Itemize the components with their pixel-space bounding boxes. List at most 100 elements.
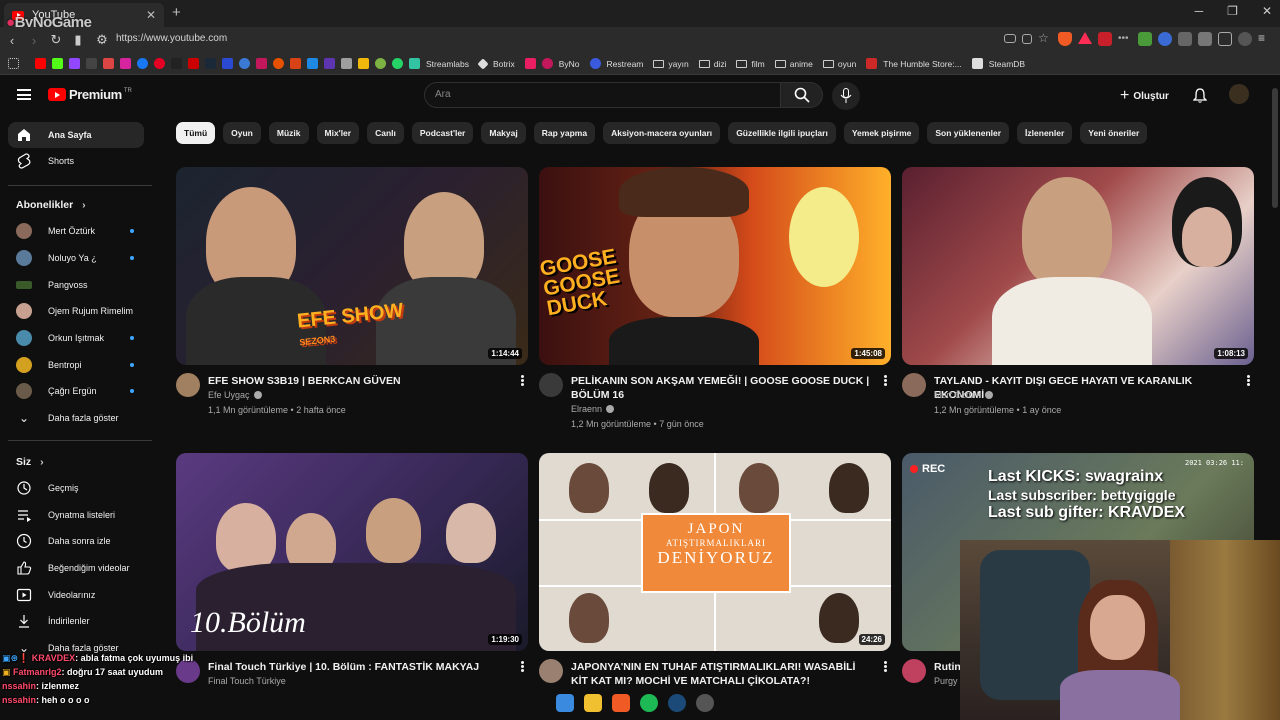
chip-beauty-tips[interactable]: Güzellikle ilgili ipuçları	[728, 122, 836, 144]
more-options-icon[interactable]	[521, 661, 524, 672]
channel-avatar[interactable]	[539, 659, 563, 683]
restore-icon[interactable]: ❐	[1227, 4, 1238, 18]
bookmark-icon[interactable]: ▮	[68, 32, 88, 48]
channel-name[interactable]: Mert Öztürk	[934, 390, 994, 400]
chip-podcasts[interactable]: Podcast'ler	[411, 122, 474, 144]
bookmark-x-icon[interactable]	[86, 58, 97, 69]
bookmark-cloud-icon[interactable]	[307, 58, 318, 69]
bookmark-folder-oyun[interactable]: oyun	[822, 59, 856, 69]
bookmark-youtube-icon[interactable]	[35, 58, 46, 69]
back-icon[interactable]: ‹	[2, 33, 22, 48]
bookmark-pinterest-icon[interactable]	[154, 58, 165, 69]
spotify-icon[interactable]	[640, 694, 658, 712]
channel-name[interactable]: Purgy	[934, 676, 958, 686]
chip-cooking[interactable]: Yemek pişirme	[843, 122, 920, 144]
chip-all[interactable]: Tümü	[176, 122, 216, 144]
reload-icon[interactable]: ↻	[46, 32, 66, 48]
bookmark-botrix[interactable]: Botrix	[477, 57, 515, 70]
cast-icon[interactable]	[1004, 34, 1016, 43]
bookmark-orange-icon[interactable]	[273, 58, 284, 69]
bookmark-y-icon[interactable]	[256, 58, 267, 69]
bookmark-streamlabs[interactable]: Streamlabs	[409, 58, 469, 69]
more-options-icon[interactable]	[521, 375, 524, 386]
sidebar-item-shorts[interactable]: Shorts	[8, 148, 144, 174]
sidebar-icon[interactable]	[1218, 32, 1232, 46]
bookmark-binance-icon[interactable]	[358, 58, 369, 69]
bookmark-red-icon[interactable]	[188, 58, 199, 69]
sidebar-show-more-subscriptions[interactable]: ⌄ Daha fazla göster	[8, 405, 144, 431]
extension-grey-icon[interactable]	[1178, 32, 1192, 46]
bookmark-instagram-icon[interactable]	[120, 58, 131, 69]
chip-mixes[interactable]: Mix'ler	[316, 122, 360, 144]
bookmark-facebook-icon[interactable]	[137, 58, 148, 69]
video-thumbnail[interactable]: EFE SHOW SEZON3 1:14:44	[176, 167, 528, 365]
create-button[interactable]: + Oluştur	[1120, 87, 1169, 105]
chip-makeup[interactable]: Makyaj	[481, 122, 526, 144]
video-title[interactable]: JAPONYA'NIN EN TUHAF ATIŞTIRMALIKLARI! W…	[571, 660, 871, 688]
sidebar-item-home[interactable]: Ana Sayfa	[8, 122, 144, 148]
site-info-icon[interactable]: ⚙	[92, 32, 112, 48]
chip-recently-uploaded[interactable]: Son yüklenenler	[927, 122, 1010, 144]
extension-red-icon[interactable]	[1098, 32, 1112, 46]
sidebar-item-sub-mert[interactable]: Mert Öztürk	[8, 218, 144, 244]
sidebar-item-sub-pangvoss[interactable]: Pangvoss	[8, 272, 144, 298]
chip-rap[interactable]: Rap yapma	[533, 122, 596, 144]
sidebar-item-sub-noluyo[interactable]: Noluyo Ya ¿	[8, 245, 144, 271]
page-scrollbar[interactable]	[1272, 88, 1278, 208]
channel-avatar[interactable]	[902, 659, 926, 683]
subscriptions-heading[interactable]: Abonelikler ›	[16, 199, 86, 211]
bookmark-humble-store[interactable]: The Humble Store:...	[866, 58, 962, 69]
bookmark-pink-icon[interactable]	[524, 58, 536, 69]
video-card[interactable]: JAPON ATIŞTIRMALIKLARI DENİYORUZ 24:26 J…	[539, 453, 891, 693]
bookmark-a-icon[interactable]	[324, 58, 335, 69]
sidebar-item-liked-videos[interactable]: Beğendiğim videolar	[8, 555, 144, 581]
sidebar-item-watch-later[interactable]: Daha sonra izle	[8, 528, 144, 554]
sidebar-item-sub-ojem[interactable]: Ojem Rujum Rimelim	[8, 298, 144, 324]
bookmark-folder-dizi[interactable]: dizi	[698, 59, 726, 69]
youtube-premium-logo[interactable]: Premium TR	[48, 87, 132, 102]
video-title[interactable]: Final Touch Türkiye | 10. Bölüm : FANTAS…	[208, 660, 508, 674]
obs-icon[interactable]	[696, 694, 714, 712]
video-card[interactable]: 1:08:13 TAYLAND - KAYIT DIŞI GECE HAYATI…	[902, 167, 1254, 437]
new-tab-icon[interactable]: +	[172, 4, 181, 21]
more-options-icon[interactable]	[884, 375, 887, 386]
bookmark-hb-icon[interactable]	[290, 58, 301, 69]
menu-icon[interactable]: ≡	[1258, 32, 1272, 46]
rewards-icon[interactable]	[1078, 32, 1092, 44]
bookmark-folder-film[interactable]: film	[736, 59, 765, 69]
sidebar-item-your-videos[interactable]: Videolarınız	[8, 582, 144, 608]
share-icon[interactable]	[1022, 34, 1032, 44]
sidebar-item-playlists[interactable]: Oynatma listeleri	[8, 502, 144, 528]
extension-dots-icon[interactable]: •••	[1118, 32, 1132, 46]
chip-gaming[interactable]: Oyun	[223, 122, 261, 144]
video-card[interactable]: 10.Bölüm 1:19:30 Final Touch Türkiye | 1…	[176, 453, 528, 693]
chip-action-adventure[interactable]: Aksiyon-macera oyunları	[603, 122, 721, 144]
hamburger-menu-icon[interactable]	[17, 89, 31, 100]
sidebar-item-sub-bentropi[interactable]: Bentropi	[8, 352, 144, 378]
sidebar-item-downloads[interactable]: İndirilenler	[8, 608, 144, 634]
file-explorer-icon[interactable]	[584, 694, 602, 712]
video-thumbnail[interactable]: 1:08:13	[902, 167, 1254, 365]
bookmark-restream[interactable]: Restream	[589, 58, 643, 69]
bookmark-folder-anime[interactable]: anime	[774, 59, 813, 69]
bookmark-mail-icon[interactable]	[341, 58, 352, 69]
search-button[interactable]	[781, 82, 823, 108]
brave-browser-icon[interactable]	[612, 694, 630, 712]
chip-live[interactable]: Canlı	[367, 122, 404, 144]
bookmark-folder-yayin[interactable]: yayın	[653, 59, 689, 69]
chip-watched[interactable]: İzlenenler	[1017, 122, 1073, 144]
apps-grid-icon[interactable]	[8, 58, 19, 69]
bookmark-steam-icon[interactable]	[205, 58, 216, 69]
search-input[interactable]: Ara	[424, 82, 781, 108]
star-icon[interactable]: ☆	[1038, 32, 1052, 46]
sidebar-item-sub-cagri[interactable]: Çağrı Ergün	[8, 378, 144, 404]
voice-search-button[interactable]	[832, 82, 860, 110]
extension-green-icon[interactable]	[1138, 32, 1152, 46]
steam-icon[interactable]	[668, 694, 686, 712]
video-title[interactable]: EFE SHOW S3B19 | BERKCAN GÜVEN	[208, 374, 508, 388]
video-thumbnail[interactable]: 10.Bölüm 1:19:30	[176, 453, 528, 651]
bookmark-gmail-icon[interactable]	[103, 58, 114, 69]
brave-shield-icon[interactable]	[1058, 32, 1072, 46]
minimize-icon[interactable]: ─	[1195, 4, 1204, 18]
bookmark-whatsapp-icon[interactable]	[392, 58, 403, 69]
